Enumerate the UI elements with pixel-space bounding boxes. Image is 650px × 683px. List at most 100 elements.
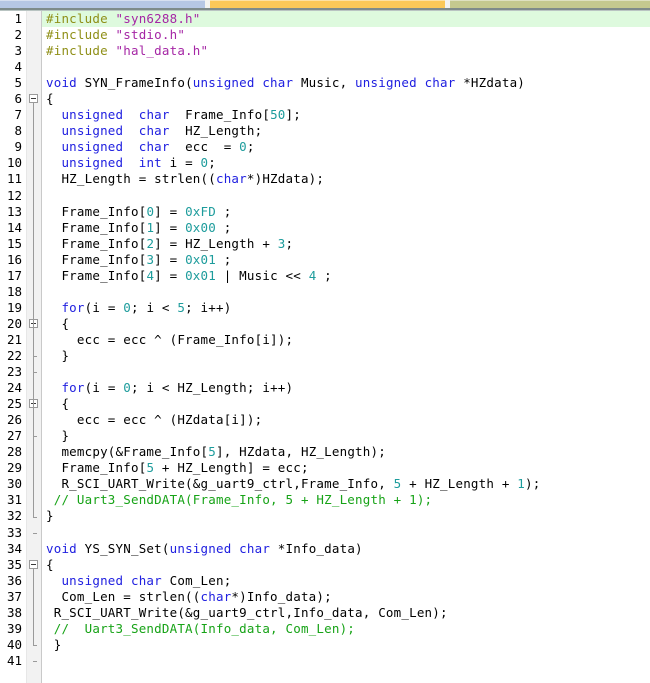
line-number-row: 26 [0,412,26,428]
code-line[interactable]: unsigned char ecc = 0; [42,139,650,155]
code-line[interactable]: #include "syn6288.h" [42,11,650,28]
code-line[interactable]: HZ_Length = strlen((char*)HZdata); [42,171,650,187]
code-line[interactable]: unsigned int i = 0; [42,155,650,171]
code-line[interactable]: } [42,637,650,653]
code-token-plain: ; [215,203,232,219]
line-number-row: 9 [0,139,26,155]
code-token-num: 5 [146,460,155,476]
code-line[interactable]: ecc = ecc ^ (Frame_Info[i]); [42,332,650,348]
code-token-plain: ] = [154,251,186,267]
code-line[interactable]: } [42,508,650,524]
code-token-plain: ] = HZ_Length + [154,235,278,251]
code-line[interactable]: { [42,91,650,107]
code-line-text: #include "syn6288.h" [46,11,201,27]
line-number-row: 27 [0,428,26,444]
code-token-plain: ]; [285,107,301,123]
code-token-kw: unsigned char [355,75,456,91]
code-line-text: { [46,557,54,573]
line-number: 15 [6,235,22,251]
line-number: 23 [6,364,22,380]
code-token-pre: #include [46,43,116,59]
code-line[interactable]: R_SCI_UART_Write(&g_uart9_ctrl,Frame_Inf… [42,476,650,492]
code-token-kw: char [138,139,170,155]
code-line-text: { [46,316,69,332]
code-token-kw: char [138,107,170,123]
code-token-plain: SYN_FrameInfo( [76,75,193,91]
line-number: 39 [6,620,22,636]
code-token-kw: unsigned [61,155,124,171]
code-line[interactable]: for(i = 0; i < HZ_Length; i++) [42,380,650,396]
code-line[interactable]: Frame_Info[0] = 0xFD ; [42,204,650,220]
code-line[interactable] [42,364,650,380]
code-line[interactable]: } [42,428,650,444]
line-number: 28 [6,444,22,460]
code-token-plain: ; [316,267,332,283]
code-line[interactable]: Frame_Info[5 + HZ_Length] = ecc; [42,460,650,476]
code-folding-margin[interactable] [27,11,41,683]
fold-collapse-icon[interactable] [29,94,38,104]
line-number-row: 35 [0,557,26,573]
line-number-row: 32 [0,508,26,524]
code-line-text: #include "hal_data.h" [46,43,208,59]
code-token-plain: { [46,396,70,412]
fold-guide-line [33,103,34,517]
code-line[interactable] [42,284,650,300]
code-line[interactable]: Frame_Info[2] = HZ_Length + 3; [42,236,650,252]
code-line[interactable]: // Uart3_SendDATA(Info_data, Com_Len); [42,621,650,637]
code-token-plain: *HZdata) [455,75,526,91]
code-line[interactable]: for(i = 0; i < 5; i++) [42,300,650,316]
code-line[interactable]: void SYN_FrameInfo(unsigned char Music, … [42,75,650,91]
code-line[interactable]: { [42,316,650,332]
code-line[interactable]: void YS_SYN_Set(unsigned char *Info_data… [42,541,650,557]
code-token-plain: *)HZdata); [246,171,325,187]
line-number-row: 29 [0,460,26,476]
line-number-row: 34 [0,541,26,557]
code-line[interactable] [42,188,650,204]
code-line[interactable]: R_SCI_UART_Write(&g_uart9_ctrl,Info_data… [42,605,650,621]
code-token-str: "hal_data.h" [115,43,209,59]
code-text-area[interactable]: #include "syn6288.h" #include "stdio.h" #i… [42,11,650,683]
code-line[interactable]: { [42,396,650,412]
code-line[interactable]: Com_Len = strlen((char*)Info_data); [42,589,650,605]
code-line[interactable]: unsigned char HZ_Length; [42,123,650,139]
code-line[interactable]: Frame_Info[3] = 0x01 ; [42,252,650,268]
line-number: 1 [14,11,22,26]
line-number: 36 [6,572,22,588]
code-token-num: 3 [146,251,155,267]
code-line[interactable]: // Uart3_SendDATA(Frame_Info, 5 + HZ_Len… [42,492,650,508]
code-line[interactable] [42,59,650,75]
code-token-kw: int [138,155,162,171]
line-number-row: 19 [0,300,26,316]
code-line[interactable]: Frame_Info[4] = 0x01 | Music << 4 ; [42,268,650,284]
code-line-text: Frame_Info[0] = 0xFD ; [46,204,231,220]
code-line-text: { [46,91,54,107]
code-token-plain: *Info_data) [270,540,363,556]
code-line[interactable]: memcpy(&Frame_Info[5], HZdata, HZ_Length… [42,444,650,460]
code-line[interactable] [42,653,650,669]
line-number: 6 [14,91,22,107]
code-line[interactable]: ecc = ecc ^ (HZdata[i]); [42,412,650,428]
source-code-editor[interactable]: 1 2 3 4 5 6 7 8 9 10 11 12 13 14 15 16 17 18 19 20 21 22 23 24 2… [0,11,650,683]
code-line[interactable]: #include "stdio.h" [42,27,650,43]
line-number-row: 33 [0,525,26,541]
fold-guide-end [33,356,37,358]
code-token-plain: } [46,428,70,444]
code-line[interactable]: { [42,557,650,573]
line-number-row: 6 [0,91,26,107]
code-token-plain: HZ_Length = strlen(( [46,171,216,187]
fold-collapse-icon[interactable] [29,559,38,569]
code-line[interactable]: unsigned char Com_Len; [42,573,650,589]
code-line[interactable]: } [42,348,650,364]
code-line-text: Frame_Info[5 + HZ_Length] = ecc; [46,460,309,476]
code-line-text: void YS_SYN_Set(unsigned char *Info_data… [46,541,363,557]
code-token-kw: unsigned [61,107,124,123]
code-line[interactable]: #include "hal_data.h" [42,43,650,59]
code-line[interactable]: Frame_Info[1] = 0x00 ; [42,220,650,236]
code-line[interactable] [42,525,650,541]
code-line[interactable]: unsigned char Frame_Info[50]; [42,107,650,123]
code-token-num: 1 [517,476,526,492]
code-token-num: 0 [123,299,132,315]
code-token-plain: i = [161,155,201,171]
